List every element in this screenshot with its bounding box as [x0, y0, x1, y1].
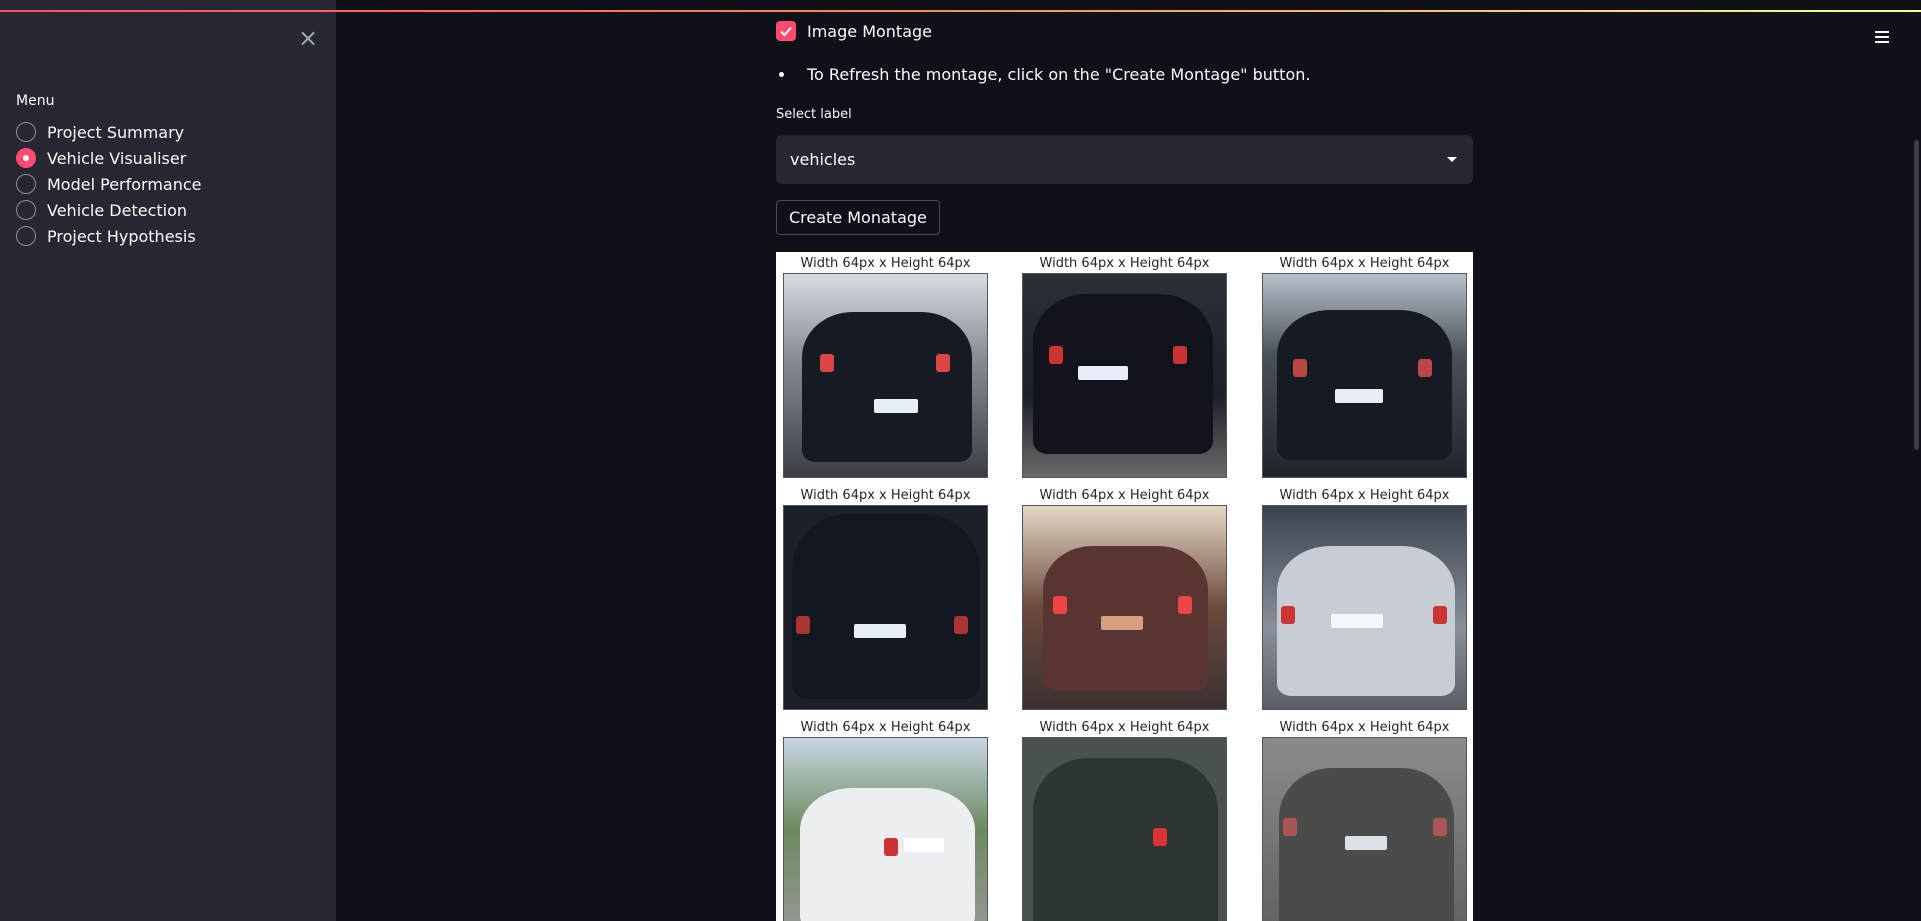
close-icon[interactable]: ×: [298, 26, 318, 50]
vehicle-image: [1262, 505, 1467, 710]
vehicle-image: [1262, 273, 1467, 478]
vehicle-image: [1262, 737, 1467, 921]
bullet-icon: [779, 72, 784, 77]
select-label: Select label: [776, 107, 852, 122]
montage-cell-title: Width 64px x Height 64px: [1279, 256, 1450, 271]
radio-button[interactable]: [16, 174, 36, 194]
menu-title: Menu: [16, 93, 55, 109]
montage-cell-title: Width 64px x Height 64px: [1039, 720, 1210, 735]
montage-cell: Width 64px x Height 64px: [1262, 718, 1467, 921]
montage-cell-title: Width 64px x Height 64px: [800, 720, 971, 735]
radio-button[interactable]: [16, 122, 36, 142]
vehicle-image: [1022, 273, 1227, 478]
vehicle-image: [783, 737, 988, 921]
montage-cell: Width 64px x Height 64px: [783, 718, 988, 921]
vehicle-image: [1022, 737, 1227, 921]
chevron-down-icon: [1447, 157, 1457, 162]
select-value: vehicles: [790, 150, 856, 169]
sidebar: × Menu Project Summary Vehicle Visualise…: [0, 0, 336, 921]
radio-label: Vehicle Detection: [47, 200, 188, 220]
radio-button[interactable]: [16, 226, 36, 246]
checkmark-icon: [780, 26, 792, 37]
vehicle-image: [1022, 505, 1227, 710]
radio-button-selected[interactable]: [16, 148, 36, 168]
bullet-text: To Refresh the montage, click on the "Cr…: [807, 65, 1311, 84]
image-montage-checkbox-row[interactable]: Image Montage: [776, 21, 932, 41]
montage-cell: Width 64px x Height 64px: [1262, 486, 1467, 710]
radio-label: Vehicle Visualiser: [47, 148, 187, 168]
radio-vehicle-visualiser[interactable]: Vehicle Visualiser: [16, 145, 202, 171]
radio-button[interactable]: [16, 200, 36, 220]
radio-project-summary[interactable]: Project Summary: [16, 119, 202, 145]
radio-label: Model Performance: [47, 174, 202, 194]
montage-cell: Width 64px x Height 64px: [1022, 486, 1227, 710]
checkbox-checked[interactable]: [776, 21, 796, 41]
radio-vehicle-detection[interactable]: Vehicle Detection: [16, 197, 202, 223]
vehicle-image: [783, 273, 988, 478]
montage-cell: Width 64px x Height 64px: [783, 486, 988, 710]
scrollbar-track[interactable]: [1911, 0, 1921, 921]
montage-cell: Width 64px x Height 64px: [1262, 254, 1467, 478]
checkbox-label: Image Montage: [807, 21, 933, 41]
montage-cell: Width 64px x Height 64px: [1022, 718, 1227, 921]
montage-cell-title: Width 64px x Height 64px: [800, 256, 971, 271]
create-montage-button[interactable]: Create Monatage: [776, 200, 940, 235]
refresh-instruction: To Refresh the montage, click on the "Cr…: [776, 65, 1310, 84]
montage-cell-title: Width 64px x Height 64px: [1279, 488, 1450, 503]
montage-cell-title: Width 64px x Height 64px: [1279, 720, 1450, 735]
hamburger-icon[interactable]: [1871, 28, 1893, 50]
menu-radio-group: Project Summary Vehicle Visualiser Model…: [16, 119, 202, 249]
radio-project-hypothesis[interactable]: Project Hypothesis: [16, 223, 202, 249]
top-decoration-bar: [0, 10, 1921, 12]
scrollbar-thumb[interactable]: [1914, 140, 1919, 450]
montage-cell: Width 64px x Height 64px: [783, 254, 988, 478]
montage-cell: Width 64px x Height 64px: [1022, 254, 1227, 478]
radio-model-performance[interactable]: Model Performance: [16, 171, 202, 197]
montage-cell-title: Width 64px x Height 64px: [1039, 256, 1210, 271]
radio-label: Project Summary: [47, 122, 185, 142]
montage-cell-title: Width 64px x Height 64px: [1039, 488, 1210, 503]
montage-cell-title: Width 64px x Height 64px: [800, 488, 971, 503]
label-select[interactable]: vehicles: [776, 135, 1473, 184]
vehicle-image: [783, 505, 988, 710]
image-montage: Width 64px x Height 64px Width 64px x He…: [776, 252, 1473, 921]
radio-label: Project Hypothesis: [47, 226, 196, 246]
